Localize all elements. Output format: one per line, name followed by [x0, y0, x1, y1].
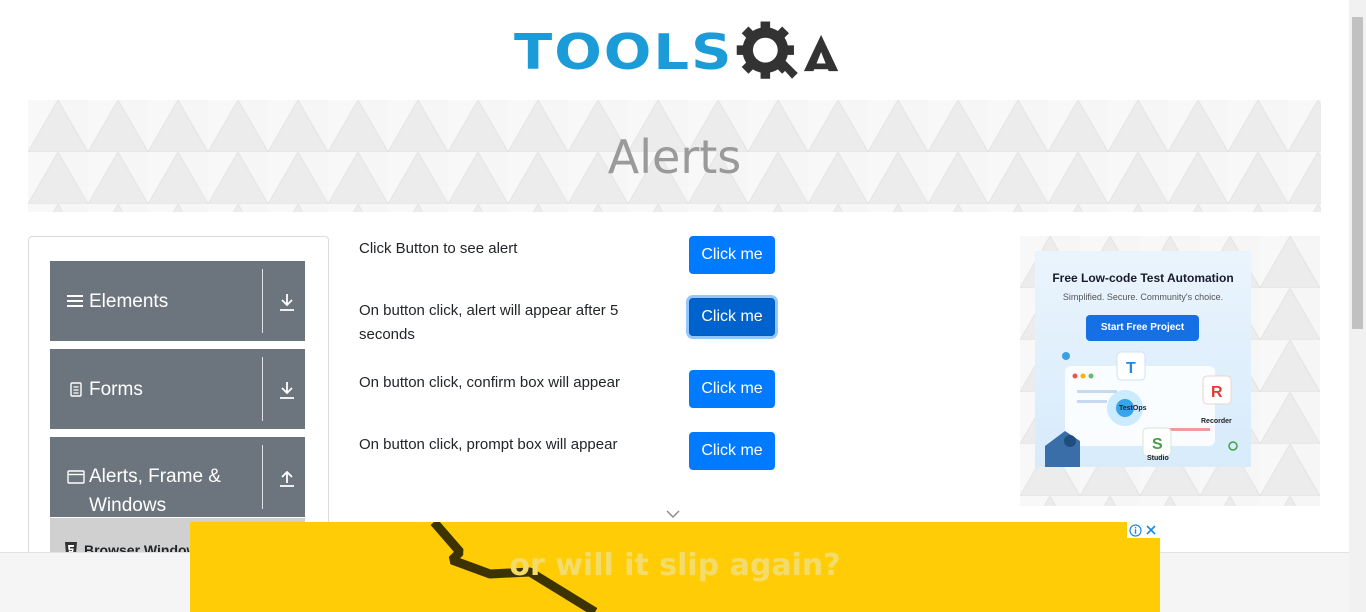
logo-text: TOOLS	[514, 23, 734, 82]
close-icon[interactable]	[1143, 522, 1159, 538]
upload-icon	[280, 470, 294, 487]
side-ad[interactable]: Free Low-code Test Automation Simplified…	[1035, 251, 1251, 467]
alert-row-text: Click Button to see alert	[359, 240, 518, 257]
ad-label-testops: TestOps	[1119, 405, 1147, 412]
left-menu-panel: Elements Forms Alerts, Frame & Windows B…	[28, 236, 329, 566]
document-icon	[67, 380, 85, 398]
hamburger-icon	[67, 292, 85, 310]
scrollbar-thumb[interactable]	[1352, 17, 1363, 329]
toolsqa-logo[interactable]: TOOLS	[514, 14, 840, 92]
timer-alert-row-text: On button click, alert will appear after…	[359, 302, 619, 343]
page-banner: Alerts	[28, 100, 1321, 212]
menu-group-label: Alerts, Frame & Windows	[89, 466, 221, 516]
svg-text:S: S	[1152, 436, 1163, 453]
svg-text:R: R	[1211, 384, 1223, 401]
ad-headline: or will it slip again?	[509, 548, 841, 583]
menu-group-elements[interactable]: Elements	[50, 261, 305, 341]
side-ad-frame: Free Low-code Test Automation Simplified…	[1020, 236, 1320, 506]
svg-text:T: T	[1126, 360, 1136, 377]
ad-info-icon[interactable]	[1127, 522, 1143, 538]
ad-label-recorder: Recorder	[1201, 418, 1232, 425]
download-icon	[280, 382, 294, 399]
alert-button[interactable]: Click me	[689, 236, 775, 274]
timer-alert-button[interactable]: Click me	[689, 298, 775, 336]
divider	[262, 269, 263, 333]
ad-title: Free Low-code Test Automation	[1052, 271, 1234, 285]
ad-cta-button[interactable]: Start Free Project	[1086, 315, 1199, 341]
menu-group-label: Elements	[89, 290, 169, 312]
prompt-row-text: On button click, prompt box will appear	[359, 436, 618, 453]
confirm-row-text: On button click, confirm box will appear	[359, 374, 620, 391]
menu-group-forms[interactable]: Forms	[50, 349, 305, 429]
divider	[262, 445, 263, 509]
chevron-down-icon	[666, 510, 680, 518]
ad-subtitle: Simplified. Secure. Community's choice.	[1062, 292, 1224, 302]
logo-letter-a-icon	[803, 34, 839, 72]
ad-label-studio: Studio	[1147, 455, 1169, 462]
prompt-button[interactable]: Click me	[689, 432, 775, 470]
bottom-ad[interactable]: or will it slip again?	[190, 522, 1160, 612]
ad-controls	[1127, 522, 1160, 538]
gear-magnifier-icon	[737, 21, 799, 79]
window-icon	[67, 468, 85, 486]
page-title: Alerts	[607, 130, 742, 184]
divider	[262, 357, 263, 421]
menu-group-alerts-frame-windows[interactable]: Alerts, Frame & Windows	[50, 437, 305, 517]
download-icon	[280, 294, 294, 311]
confirm-button[interactable]: Click me	[689, 370, 775, 408]
menu-group-label: Forms	[89, 378, 143, 400]
